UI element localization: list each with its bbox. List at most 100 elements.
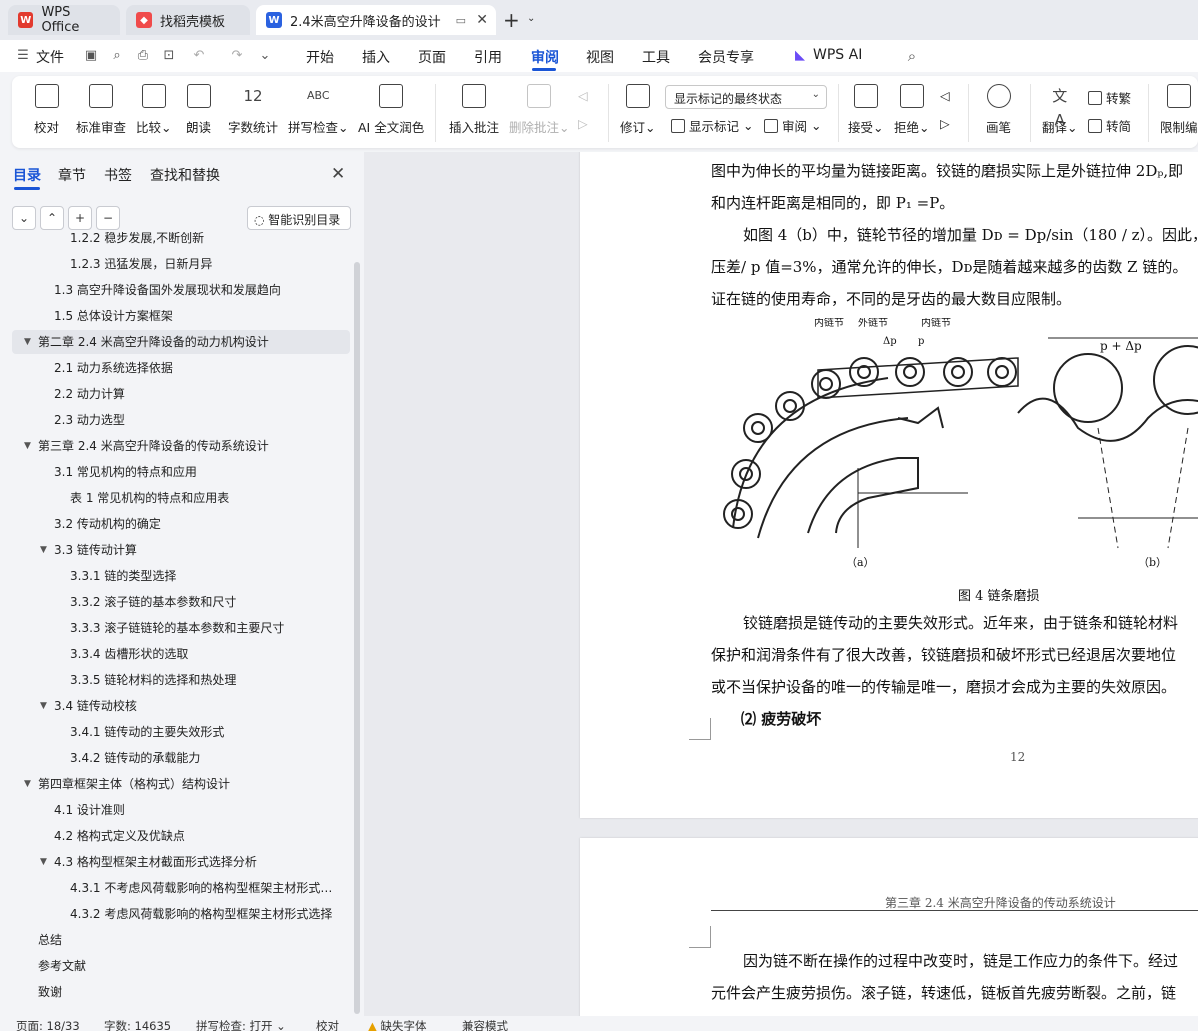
word-count-button[interactable]: 12 字数统计 xyxy=(228,84,278,136)
menu-member[interactable]: 会员专享 xyxy=(698,47,754,67)
standard-review-button[interactable]: 标准审查 xyxy=(76,84,126,136)
toc-item[interactable]: 3.4.1 链传动的主要失效形式 xyxy=(12,720,350,744)
toc-item[interactable]: 3.4.2 链传动的承载能力 xyxy=(12,746,350,770)
tab-toc[interactable]: 目录 xyxy=(13,165,41,185)
toc-item[interactable]: 4.1 设计准则 xyxy=(12,798,350,822)
expand-caret-icon[interactable]: ▼ xyxy=(24,434,31,458)
brush-button[interactable]: 画笔 xyxy=(986,84,1011,136)
save-icon[interactable]: ▣ xyxy=(84,49,98,63)
toc-item[interactable]: 2.3 动力选型 xyxy=(12,408,350,432)
menu-review[interactable]: 审阅 xyxy=(531,47,559,67)
add-heading-button[interactable]: + xyxy=(68,206,92,230)
tab-wps-office[interactable]: W WPS Office xyxy=(8,5,120,35)
restrict-edit-button[interactable]: 限制编 xyxy=(1160,84,1198,136)
search-icon[interactable]: ⌕ xyxy=(905,49,919,64)
toc-item[interactable]: ▼ 4.3 格构型框架主材截面形式选择分析 xyxy=(12,850,350,874)
toc-scrollbar[interactable] xyxy=(354,262,360,1014)
expand-caret-icon[interactable]: ▼ xyxy=(40,538,47,562)
toc-item[interactable]: 3.1 常见机构的特点和应用 xyxy=(12,460,350,484)
toc-item[interactable]: 1.2.3 迅猛发展，日新月异 xyxy=(12,252,350,276)
redo-icon[interactable]: ↷ xyxy=(230,49,244,63)
close-tab-icon[interactable]: ✕ xyxy=(476,12,488,28)
to-traditional-button[interactable]: 转繁 xyxy=(1088,88,1131,107)
show-markup-button[interactable]: 显示标记 ⌄ xyxy=(671,116,753,135)
accept-button[interactable]: 接受⌄ xyxy=(848,84,884,136)
print-icon[interactable]: ⎙ xyxy=(136,49,150,63)
next-comment-icon[interactable]: ▷ xyxy=(578,116,588,131)
hamburger-menu-icon[interactable]: ☰ xyxy=(16,49,30,63)
toc-item[interactable]: ▼ 第三章 2.4 米高空升降设备的传动系统设计 xyxy=(12,434,350,458)
reject-button[interactable]: 拒绝⌄ xyxy=(894,84,930,136)
remove-heading-button[interactable]: − xyxy=(96,206,120,230)
toc-item[interactable]: 1.3 高空升降设备国外发展现状和发展趋向 xyxy=(12,278,350,302)
toc-item[interactable]: 表 1 常见机构的特点和应用表 xyxy=(12,486,350,510)
translate-button[interactable]: 文A 翻译⌄ xyxy=(1042,84,1078,136)
toc-item[interactable]: 参考文献 xyxy=(12,954,350,978)
wps-ai-icon[interactable]: ◣ xyxy=(793,49,807,63)
toc-item[interactable]: 3.3.1 链的类型选择 xyxy=(12,564,350,588)
to-simplified-button[interactable]: 转简 xyxy=(1088,116,1131,135)
toc-item[interactable]: 致谢 xyxy=(12,980,350,1004)
tab-document[interactable]: W 2.4米高空升降设备的设计 说明 ▭ ✕ xyxy=(256,5,496,35)
undo-icon[interactable]: ↶ xyxy=(192,49,206,63)
page-indicator[interactable]: 页面: 18/33 xyxy=(16,1018,80,1031)
collapse-all-button[interactable]: ⌄ xyxy=(12,206,36,230)
display-mode-select[interactable]: 显示标记的最终状态 ⌄ xyxy=(665,85,827,109)
expand-caret-icon[interactable]: ▼ xyxy=(24,330,31,354)
toc-item[interactable]: 3.2 传动机构的确定 xyxy=(12,512,350,536)
expand-caret-icon[interactable]: ▼ xyxy=(40,850,47,874)
print-preview-icon[interactable]: ⊡ xyxy=(162,49,176,63)
toc-item[interactable]: 3.3.2 滚子链的基本参数和尺寸 xyxy=(12,590,350,614)
toc-item[interactable]: 4.3.2 考虑风荷载影响的格构型框架主材形式选择 xyxy=(12,902,350,926)
toc-item[interactable]: ▼ 第四章框架主体（格构式）结构设计 xyxy=(12,772,350,796)
toc-item[interactable]: 3.3.4 齿槽形状的选取 xyxy=(12,642,350,666)
toc-item[interactable]: 4.3.1 不考虑风荷载影响的格构型框架主材形式选择 xyxy=(12,876,350,900)
prev-change-icon[interactable]: ◁ xyxy=(940,88,950,103)
toc-item[interactable]: ▼ 3.3 链传动计算 xyxy=(12,538,350,562)
spell-check-button[interactable]: ABC 拼写检查⌄ xyxy=(288,84,349,136)
word-count-indicator[interactable]: 字数: 14635 xyxy=(104,1018,171,1031)
export-icon[interactable]: ⌕ xyxy=(110,49,124,63)
menu-reference[interactable]: 引用 xyxy=(474,47,502,67)
read-aloud-button[interactable]: 朗读 xyxy=(186,84,211,136)
tab-docer-templates[interactable]: ◆ 找稻壳模板 xyxy=(126,5,250,35)
chevron-down-icon[interactable]: ⌄ xyxy=(527,13,535,24)
menu-page[interactable]: 页面 xyxy=(418,47,446,67)
track-changes-button[interactable]: 修订⌄ xyxy=(620,84,656,136)
toc-item[interactable]: ▼ 第二章 2.4 米高空升降设备的动力机构设计 xyxy=(12,330,350,354)
toc-item[interactable]: 总结 xyxy=(12,928,350,952)
spell-check-indicator[interactable]: 拼写检查: 打开 ⌄ xyxy=(196,1018,286,1031)
compare-button[interactable]: 比较⌄ xyxy=(136,84,172,136)
toc-item[interactable]: 2.2 动力计算 xyxy=(12,382,350,406)
missing-font-indicator[interactable]: ▲ 缺失字体 xyxy=(368,1018,427,1031)
monitor-icon[interactable]: ▭ xyxy=(456,14,466,27)
toc-item[interactable]: 2.1 动力系统选择依据 xyxy=(12,356,350,380)
toc-item[interactable]: 1.5 总体设计方案框架 xyxy=(12,304,350,328)
expand-caret-icon[interactable]: ▼ xyxy=(24,772,31,796)
tab-sections[interactable]: 章节 xyxy=(58,165,86,185)
smart-toc-button[interactable]: ◌ 智能识别目录 xyxy=(247,206,351,230)
toc-item[interactable]: 1.2.2 稳步发展,不断创新 xyxy=(12,232,350,250)
menu-view[interactable]: 视图 xyxy=(586,47,614,67)
toc-item[interactable]: 3.3.3 滚子链链轮的基本参数和主要尺寸 xyxy=(12,616,350,640)
review-pane-button[interactable]: 审阅 ⌄ xyxy=(764,116,821,135)
delete-comment-button[interactable]: 删除批注⌄ xyxy=(509,84,570,136)
menu-tools[interactable]: 工具 xyxy=(642,47,670,67)
menu-start[interactable]: 开始 xyxy=(306,47,334,67)
tab-bookmarks[interactable]: 书签 xyxy=(104,165,132,185)
close-pane-icon[interactable]: ✕ xyxy=(331,164,345,184)
proof-indicator[interactable]: 校对 xyxy=(316,1018,339,1031)
menu-file[interactable]: 文件 xyxy=(36,47,64,67)
menu-wps-ai[interactable]: WPS AI xyxy=(813,47,862,63)
ai-polish-button[interactable]: AI 全文润色 xyxy=(358,84,424,136)
insert-comment-button[interactable]: 插入批注 xyxy=(449,84,499,136)
toc-item[interactable]: 3.3.5 链轮材料的选择和热处理 xyxy=(12,668,350,692)
new-tab-icon[interactable]: + xyxy=(503,8,520,32)
next-change-icon[interactable]: ▷ xyxy=(940,116,950,131)
menu-insert[interactable]: 插入 xyxy=(362,47,390,67)
toc-item[interactable]: 4.2 格构式定义及优缺点 xyxy=(12,824,350,848)
tab-find-replace[interactable]: 查找和替换 xyxy=(150,165,220,185)
proofread-button[interactable]: 校对 xyxy=(34,84,59,136)
prev-comment-icon[interactable]: ◁ xyxy=(578,88,588,103)
more-chevron-icon[interactable]: ⌄ xyxy=(258,49,272,63)
